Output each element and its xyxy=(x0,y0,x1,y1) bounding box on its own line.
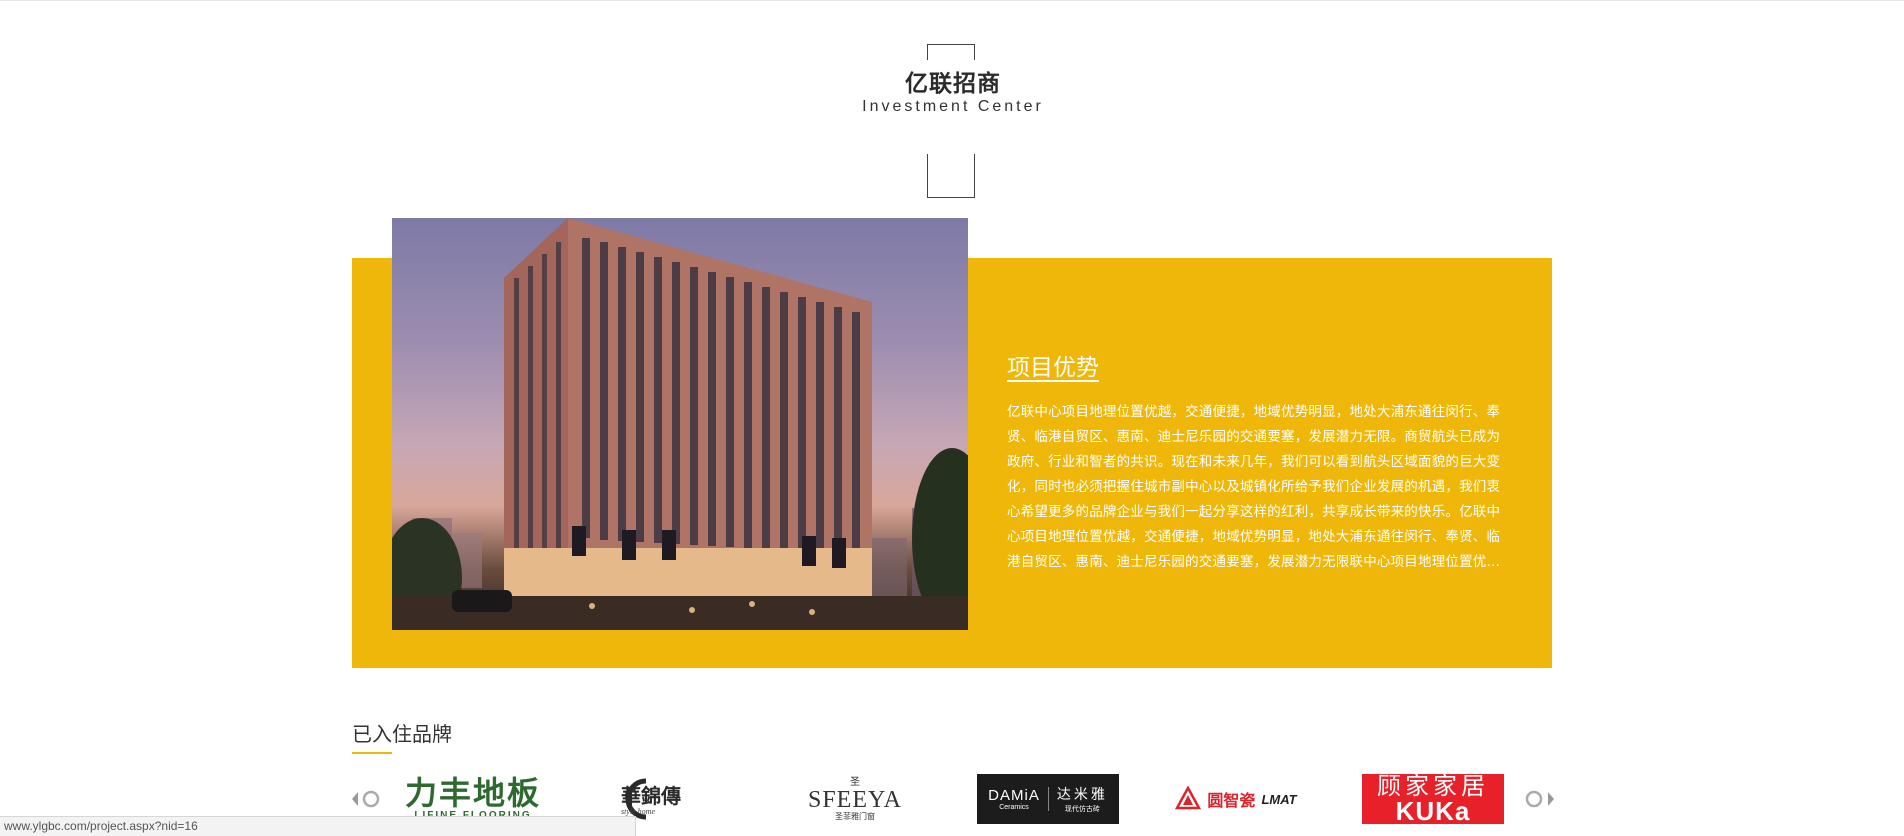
brands-heading-underline xyxy=(352,752,392,754)
heading-bracket-bottom xyxy=(927,154,975,198)
carousel-next-button[interactable] xyxy=(1522,788,1556,810)
chevron-right-icon xyxy=(1525,790,1554,808)
brand-name-cn: 華錦傳 xyxy=(621,784,681,808)
brand-name-cn: 顾家家居 xyxy=(1377,774,1489,800)
feature-title-link[interactable]: 项目优势 xyxy=(1007,348,1099,382)
brand-logo-yuanzhici[interactable]: 圆智瓷 LMAT xyxy=(1165,774,1307,824)
brand-name-en: KUKa xyxy=(1395,796,1471,824)
heading-bracket-top xyxy=(927,44,975,60)
sfeeya-logo-mark: 圣 SFEEYA 圣菲雅门窗 xyxy=(807,776,903,821)
brand-name-cn-sub: 现代仿古砖 xyxy=(1064,806,1100,813)
kuka-logo-mark: 顾家家居 KUKa xyxy=(1377,774,1489,824)
brand-name-en-sub: Ceramics xyxy=(999,804,1029,811)
brand-name-cn: 圣菲雅门窗 xyxy=(835,811,875,821)
brand-logo-damia[interactable]: DAMiA Ceramics 达米雅 现代仿古砖 xyxy=(977,774,1119,824)
sfeeya-crest-icon: 圣 xyxy=(850,776,860,788)
building-photo[interactable] xyxy=(392,218,968,630)
status-bar-url: www.ylgbc.com/project.aspx?nid=16 xyxy=(0,816,636,836)
section-title: 亿联招商 xyxy=(905,71,1001,97)
top-divider xyxy=(0,0,1904,1)
chevron-left-icon xyxy=(352,790,380,808)
damia-right: 达米雅 现代仿古砖 xyxy=(1049,784,1116,814)
damia-left: DAMiA Ceramics xyxy=(980,787,1049,811)
brand-name-cn: 圆智瓷 xyxy=(1207,791,1256,810)
brand-name-cn: 力丰地板 xyxy=(404,774,541,812)
carousel-prev-button[interactable] xyxy=(350,788,384,810)
triangle-emblem-icon xyxy=(1175,786,1202,810)
brand-name-en: DAMiA xyxy=(988,787,1040,804)
huajinchuan-wordmark: 華錦傳 style home xyxy=(621,786,681,816)
brand-name-en: LMAT xyxy=(1261,791,1297,807)
lifine-logo-mark: 力丰地板 LIFINE FLOORING xyxy=(405,777,541,821)
damia-logo-mark: DAMiA Ceramics 达米雅 现代仿古砖 xyxy=(980,784,1116,814)
building-illustration xyxy=(392,218,968,630)
section-subtitle: Investment Center xyxy=(862,98,1044,115)
brand-logo-sfeeya[interactable]: 圣 SFEEYA 圣菲雅门窗 xyxy=(784,774,926,824)
brand-name-en: style home xyxy=(621,807,655,816)
brand-logo-kuka[interactable]: 顾家家居 KUKa xyxy=(1362,774,1504,824)
brand-name-en: SFEEYA xyxy=(807,786,903,813)
feature-description: 亿联中心项目地理位置优越，交通便捷，地域优势明显，地处大浦东通往闵行、奉贤、临港… xyxy=(1007,404,1501,570)
section-heading: 亿联招商 Investment Center xyxy=(853,44,1053,198)
brands-heading: 已入住品牌 xyxy=(352,722,452,746)
brand-name-cn: 达米雅 xyxy=(1056,786,1108,802)
